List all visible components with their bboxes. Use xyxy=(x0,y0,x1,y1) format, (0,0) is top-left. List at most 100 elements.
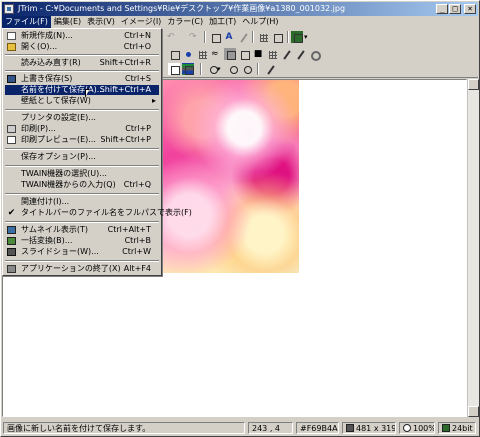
menu-item-save-as[interactable]: 名前を付けて保存(A)... Shift+Ctrl+A xyxy=(5,85,159,95)
color-balance-icon[interactable] xyxy=(182,63,194,75)
filter-icon[interactable] xyxy=(291,31,303,43)
redo-icon[interactable]: ↷ xyxy=(188,31,200,43)
menu-separator xyxy=(5,70,159,72)
menu-item-exit[interactable]: アプリケーションの終了(X) Alt+F4 xyxy=(5,264,159,274)
menu-item-label: タイトルバーのファイル名をフルパスで表示(F) xyxy=(21,208,192,217)
open-folder-icon xyxy=(7,43,16,51)
menu-item-shortcut: Shift+Ctrl+R xyxy=(99,58,151,67)
menu-item-shortcut: Alt+F4 xyxy=(123,264,151,273)
status-color: #F69B4A xyxy=(296,422,339,434)
menu-bar: ファイル(F) 編集(E) 表示(V) イメージ(I) カラー(C) 加工(T) ヘルプ(H… xyxy=(2,16,478,28)
menu-separator xyxy=(5,260,159,262)
menu-item-twain-select[interactable]: TWAIN機器の選択(U)... xyxy=(5,169,159,179)
menu-item-shortcut: Shift+Ctrl+A xyxy=(99,85,151,94)
app-window: JTrim - C:¥Documents and Settings¥Rie¥デス… xyxy=(0,0,480,437)
zoom-out-icon[interactable] xyxy=(241,63,253,75)
toolbar-separator xyxy=(252,31,254,43)
chevron-down-icon[interactable]: ▾ xyxy=(303,31,315,43)
sharpen-icon[interactable] xyxy=(182,48,194,60)
menu-item-open[interactable]: 開く(O)... Ctrl+O xyxy=(5,42,159,52)
zoom-in-icon[interactable] xyxy=(227,63,239,75)
menu-item-shortcut: Ctrl+P xyxy=(125,124,151,133)
image-size-icon xyxy=(346,424,354,432)
menu-item-label: 印刷プレビュー(E)... xyxy=(21,135,96,144)
window-title: JTrim - C:¥Documents and Settings¥Rie¥デス… xyxy=(18,4,346,13)
status-depth: 24bit xyxy=(438,422,476,434)
menu-item-fullpath-title[interactable]: ✔ タイトルバーのファイル名をフルパスで表示(F) xyxy=(5,208,192,218)
menu-item-printer-setup[interactable]: プリンタの設定(E)... xyxy=(5,113,159,123)
batch-icon xyxy=(7,237,16,245)
print-preview-icon xyxy=(7,136,16,144)
text-icon[interactable]: A xyxy=(223,31,235,43)
menu-item-label: 読み込み直す(R) xyxy=(21,58,81,67)
menu-separator xyxy=(5,193,159,195)
menu-separator xyxy=(5,54,159,56)
menu-item-shortcut: Ctrl+S xyxy=(124,74,151,83)
menu-item-save[interactable]: 上書き保存(S) Ctrl+S xyxy=(5,74,159,84)
emboss-icon[interactable] xyxy=(224,48,236,60)
menu-separator xyxy=(5,165,159,167)
slideshow-icon xyxy=(7,248,16,256)
brush-icon[interactable] xyxy=(294,48,306,60)
photo-icon[interactable] xyxy=(168,63,180,75)
menu-view[interactable]: 表示(V) xyxy=(84,16,118,28)
tile-icon[interactable] xyxy=(266,48,278,60)
pen-icon[interactable] xyxy=(280,48,292,60)
menu-item-save-options[interactable]: 保存オプション(P)... xyxy=(5,152,159,162)
vertical-scrollbar[interactable] xyxy=(467,79,479,417)
wave-icon[interactable]: ≈ xyxy=(210,48,222,60)
menu-item-shortcut: Ctrl+B xyxy=(124,236,151,245)
save-icon xyxy=(7,75,16,83)
menu-item-batch-convert[interactable]: 一括変換(B)... Ctrl+B xyxy=(5,236,159,246)
menu-separator xyxy=(5,148,159,150)
grid-icon[interactable] xyxy=(257,31,269,43)
status-zoom-value: 100% xyxy=(413,424,435,433)
minimize-button[interactable]: _ xyxy=(436,4,448,14)
menu-item-twain-input[interactable]: TWAIN機器からの入力(Q) Ctrl+Q xyxy=(5,180,159,190)
eyedropper-icon[interactable] xyxy=(264,63,276,75)
frame-icon[interactable] xyxy=(271,31,283,43)
scroll-up-arrow[interactable] xyxy=(468,79,479,90)
menu-item-label: 開く(O)... xyxy=(21,42,58,51)
menu-item-reload[interactable]: 読み込み直す(R) Shift+Ctrl+R xyxy=(5,58,159,68)
app-icon[interactable] xyxy=(4,4,14,14)
mosaic-icon[interactable] xyxy=(196,48,208,60)
menu-help[interactable]: ヘルプ(H) xyxy=(239,16,281,28)
menu-image[interactable]: イメージ(I) xyxy=(118,16,164,28)
title-bar: JTrim - C:¥Documents and Settings¥Rie¥デス… xyxy=(2,2,478,16)
menu-item-print[interactable]: 印刷(P)... Ctrl+P xyxy=(5,124,159,134)
menu-item-save-wallpaper[interactable]: 壁紙として保存(W) ▸ xyxy=(5,96,159,106)
menu-item-label: プリンタの設定(E)... xyxy=(21,113,96,122)
menu-process[interactable]: 加工(T) xyxy=(206,16,239,28)
thumbnail-icon xyxy=(7,226,16,234)
menu-file[interactable]: ファイル(F) xyxy=(2,16,51,28)
menu-color[interactable]: カラー(C) xyxy=(164,16,206,28)
menu-item-shortcut: Ctrl+N xyxy=(124,31,151,40)
menu-item-label: 印刷(P)... xyxy=(21,124,56,133)
menu-item-slideshow[interactable]: スライドショー(W)... Ctrl+W xyxy=(5,247,159,257)
menu-item-thumbnails[interactable]: サムネイル表示(T) Ctrl+Alt+T xyxy=(5,225,159,235)
close-button[interactable]: × xyxy=(464,4,476,14)
crop-icon[interactable] xyxy=(168,48,180,60)
menu-item-new[interactable]: 新規作成(N)... Ctrl+N xyxy=(5,31,159,41)
select-icon[interactable] xyxy=(209,31,221,43)
menu-item-label: 一括変換(B)... xyxy=(21,236,73,245)
file-menu: 新規作成(N)... Ctrl+N 開く(O)... Ctrl+O 読み込み直す… xyxy=(2,28,192,276)
status-coords: 243 , 4 xyxy=(248,422,293,434)
spiral-icon[interactable] xyxy=(308,48,321,61)
checkmark-icon: ✔ xyxy=(7,208,16,218)
scroll-down-arrow[interactable] xyxy=(468,406,479,417)
border-icon[interactable] xyxy=(238,48,250,60)
eraser-icon[interactable] xyxy=(237,31,249,43)
toolbar-separator xyxy=(287,31,289,43)
menu-item-associations[interactable]: 関連付け(I)... xyxy=(5,197,159,207)
point-icon[interactable]: ■ xyxy=(252,48,264,60)
mouse-cursor-icon xyxy=(85,89,93,98)
menu-item-label: TWAIN機器からの入力(Q) xyxy=(21,180,116,189)
menu-edit[interactable]: 編集(E) xyxy=(51,16,84,28)
maximize-button[interactable]: □ xyxy=(449,4,461,14)
status-depth-value: 24bit xyxy=(452,424,473,433)
status-size: 481 x 319 xyxy=(342,422,396,434)
undo-icon[interactable]: ↶ xyxy=(166,31,178,43)
menu-item-print-preview[interactable]: 印刷プレビュー(E)... Shift+Ctrl+P xyxy=(5,135,159,145)
